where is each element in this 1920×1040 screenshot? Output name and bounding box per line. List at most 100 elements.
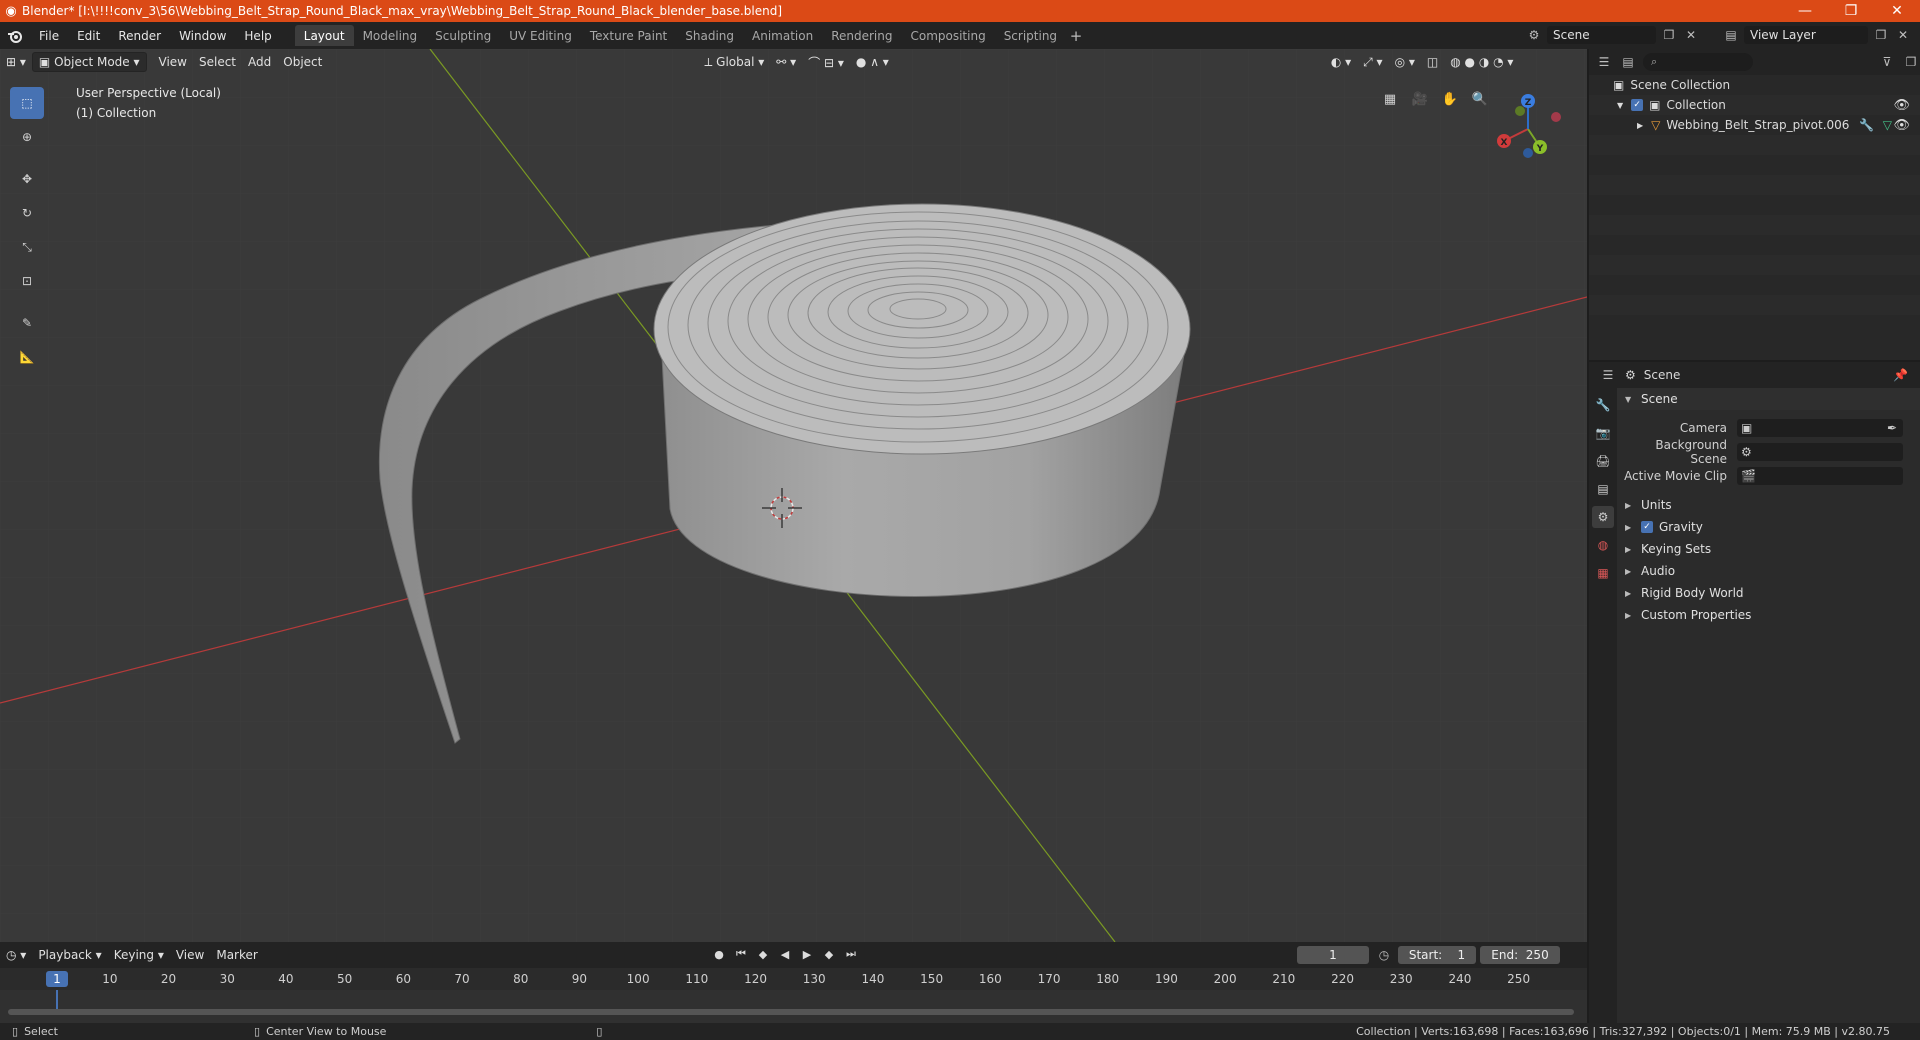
move-tool-icon[interactable]: ✥ <box>10 163 44 195</box>
tab-shading[interactable]: Shading <box>676 25 743 46</box>
play-icon[interactable]: ▶ <box>798 945 816 963</box>
snap-icon[interactable]: ⌒ ⊟ ▾ <box>802 52 850 72</box>
filter-icon[interactable]: ⊽ <box>1878 53 1896 71</box>
display-mode-icon[interactable]: ▤ <box>1619 53 1637 71</box>
annotate-tool-icon[interactable]: ✎ <box>10 307 44 339</box>
new-view-layer-icon[interactable]: ❐ <box>1872 26 1890 44</box>
blender-menu-icon[interactable] <box>0 22 30 49</box>
prev-keyframe-icon[interactable]: ◆ <box>754 945 772 963</box>
tab-modeling[interactable]: Modeling <box>354 25 427 46</box>
outliner-row-scene-collection[interactable]: ▣ Scene Collection <box>1589 75 1920 95</box>
transform-orientation-selector[interactable]: ⟂ Global ▾ <box>698 52 770 72</box>
select-box-tool-icon[interactable]: ⬚ <box>10 87 44 119</box>
texture-tab-icon[interactable]: ▦ <box>1592 562 1614 584</box>
navigation-gizmo[interactable]: X Y Z <box>1490 87 1570 167</box>
visibility-eye-icon[interactable]: 👁 <box>1893 98 1910 113</box>
panel-keying-sets-header[interactable]: ▶ Keying Sets <box>1617 538 1920 560</box>
cursor-tool-icon[interactable]: ⊕ <box>10 121 44 153</box>
tab-animation[interactable]: Animation <box>743 25 822 46</box>
active-movie-clip-field[interactable]: 🎬 <box>1737 467 1903 485</box>
mode-selector[interactable]: ▣ Object Mode ▾ <box>31 52 147 72</box>
pan-view-icon[interactable]: ✋ <box>1438 87 1462 111</box>
scale-tool-icon[interactable]: ⤡ <box>10 231 44 263</box>
editor-type-icon[interactable]: ⊞ ▾ <box>0 52 32 72</box>
menu-object[interactable]: Object <box>277 52 328 72</box>
modifier-wrench-icon[interactable]: 🔧 <box>1859 118 1874 132</box>
current-frame-field[interactable]: 1 <box>1297 946 1369 964</box>
toggle-ortho-icon[interactable]: ▦ <box>1378 87 1402 111</box>
menu-keying[interactable]: Keying ▾ <box>108 945 170 965</box>
expand-arrow-icon[interactable]: ▶ <box>1637 121 1643 130</box>
menu-window[interactable]: Window <box>170 22 235 49</box>
tab-compositing[interactable]: Compositing <box>901 25 994 46</box>
new-scene-icon[interactable]: ❐ <box>1660 26 1678 44</box>
next-keyframe-icon[interactable]: ◆ <box>820 945 838 963</box>
outliner-search-input[interactable]: ⌕ <box>1643 53 1753 71</box>
panel-rigid-body-world-header[interactable]: ▶ Rigid Body World <box>1617 582 1920 604</box>
shading-modes-icon[interactable]: ◍ ● ◑ ◔ ▾ <box>1444 52 1519 72</box>
menu-add[interactable]: Add <box>242 52 277 72</box>
new-collection-icon[interactable]: ❐ <box>1902 53 1920 71</box>
outliner-row-object[interactable]: ▶ ▽ Webbing_Belt_Strap_pivot.006 🔧 ▽ 👁 <box>1589 115 1920 135</box>
output-tab-icon[interactable]: 🖨 <box>1592 450 1614 472</box>
camera-view-icon[interactable]: 🎥 <box>1408 87 1432 111</box>
3d-viewport[interactable]: ⊞ ▾ ▣ Object Mode ▾ View Select Add Obje… <box>0 49 1587 942</box>
measure-tool-icon[interactable]: 📐 <box>10 341 44 373</box>
gizmo-neg-x-icon[interactable] <box>1551 112 1561 122</box>
menu-marker[interactable]: Marker <box>210 945 263 965</box>
menu-edit[interactable]: Edit <box>68 22 109 49</box>
viewport-scene[interactable] <box>0 49 1587 942</box>
rotate-tool-icon[interactable]: ↻ <box>10 197 44 229</box>
tab-sculpting[interactable]: Sculpting <box>426 25 500 46</box>
preview-range-icon[interactable]: ◷ <box>1375 946 1393 964</box>
record-icon[interactable]: ● <box>710 945 728 963</box>
gizmo-neg-y-icon[interactable] <box>1515 106 1525 116</box>
play-reverse-icon[interactable]: ◀ <box>776 945 794 963</box>
menu-render[interactable]: Render <box>109 22 170 49</box>
overlay-toggle-icon[interactable]: ◎ ▾ <box>1389 52 1421 72</box>
view-layer-tab-icon[interactable]: ▤ <box>1592 478 1614 500</box>
delete-scene-icon[interactable]: ✕ <box>1682 26 1700 44</box>
panel-custom-properties-header[interactable]: ▶ Custom Properties <box>1617 604 1920 626</box>
background-scene-field[interactable]: ⚙ <box>1737 443 1903 461</box>
gizmo-toggle-icon[interactable]: ⤢ ▾ <box>1357 52 1388 72</box>
visibility-icon[interactable]: ◐ ▾ <box>1325 52 1357 72</box>
menu-help[interactable]: Help <box>235 22 280 49</box>
jump-start-icon[interactable]: ⏮ <box>732 945 750 963</box>
view-layer-icon[interactable]: ▤ <box>1722 26 1740 44</box>
maximize-button[interactable]: ❐ <box>1828 0 1874 22</box>
timeline-ruler[interactable]: 1 10 20 30 40 50 60 70 80 90 100 110 120 130 140 150 160… <box>0 968 1587 990</box>
scene-tab-icon[interactable]: ⚙ <box>1592 506 1614 528</box>
minimize-button[interactable]: — <box>1782 0 1828 22</box>
view-layer-field[interactable]: View Layer <box>1744 26 1868 44</box>
close-button[interactable]: ✕ <box>1874 0 1920 22</box>
panel-units-header[interactable]: ▶ Units <box>1617 494 1920 516</box>
eyedropper-icon[interactable]: ✒ <box>1887 421 1897 435</box>
object-visibility-eye-icon[interactable]: 👁 <box>1893 118 1910 133</box>
panel-gravity-header[interactable]: ▶ ✓ Gravity <box>1617 516 1920 538</box>
tab-rendering[interactable]: Rendering <box>822 25 901 46</box>
pin-icon[interactable]: 📌 <box>1893 368 1908 382</box>
scene-name-field[interactable]: Scene <box>1547 26 1656 44</box>
menu-playback[interactable]: Playback ▾ <box>32 945 107 965</box>
properties-editor-type-icon[interactable]: ☰ <box>1599 366 1617 384</box>
tab-texture-paint[interactable]: Texture Paint <box>581 25 676 46</box>
collection-checkbox[interactable]: ✓ <box>1631 99 1644 111</box>
outliner-row-collection[interactable]: ▼ ✓ ▣ Collection 👁 <box>1589 95 1920 115</box>
start-frame-field[interactable]: Start: 1 <box>1398 946 1476 964</box>
pivot-point-icon[interactable]: ⚯ ▾ <box>770 52 802 72</box>
camera-field[interactable]: ▣ ✒ <box>1737 419 1903 437</box>
tab-uv-editing[interactable]: UV Editing <box>500 25 581 46</box>
render-tab-icon[interactable]: 📷 <box>1592 422 1614 444</box>
outliner-editor-type-icon[interactable]: ☰ <box>1595 53 1613 71</box>
end-frame-field[interactable]: End: 250 <box>1480 946 1560 964</box>
gravity-checkbox[interactable]: ✓ <box>1641 521 1653 533</box>
menu-file[interactable]: File <box>30 22 68 49</box>
current-frame-marker[interactable]: 1 <box>46 971 68 987</box>
add-workspace-button[interactable]: + <box>1066 27 1086 45</box>
menu-select[interactable]: Select <box>193 52 242 72</box>
xray-toggle-icon[interactable]: ◫ <box>1421 52 1444 72</box>
menu-view[interactable]: View <box>153 52 193 72</box>
mesh-data-icon[interactable]: ▽ <box>1883 118 1892 132</box>
menu-timeline-view[interactable]: View <box>170 945 210 965</box>
